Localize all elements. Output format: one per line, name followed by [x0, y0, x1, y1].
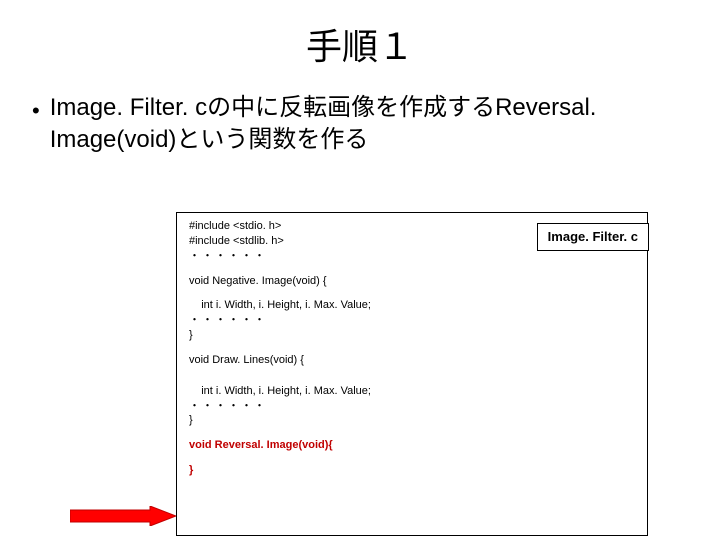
bullet-dot: •	[32, 92, 40, 126]
filename-label: Image. Filter. c	[537, 223, 649, 251]
code-box: Image. Filter. c #include <stdio. h> #in…	[176, 212, 648, 536]
slide-title: 手順１	[0, 18, 720, 70]
code-ellipsis: ・・・・・・	[189, 249, 637, 264]
code-line: }	[189, 413, 637, 428]
code-line: void Draw. Lines(void) {	[189, 353, 637, 368]
bullet-item: • Image. Filter. cの中に反転画像を作成するReversal. …	[32, 92, 688, 157]
code-line: int i. Width, i. Height, i. Max. Value;	[189, 298, 637, 313]
code-ellipsis: ・・・・・・	[189, 399, 637, 414]
code-line: }	[189, 328, 637, 343]
callout-arrow	[70, 506, 176, 526]
code-line: int i. Width, i. Height, i. Max. Value;	[189, 384, 637, 399]
code-highlight-line: }	[189, 463, 637, 478]
code-highlight-line: void Reversal. Image(void){	[189, 438, 637, 453]
code-line: void Negative. Image(void) {	[189, 274, 637, 289]
code-ellipsis: ・・・・・・	[189, 313, 637, 328]
bullet-text: Image. Filter. cの中に反転画像を作成するReversal. Im…	[50, 92, 688, 157]
